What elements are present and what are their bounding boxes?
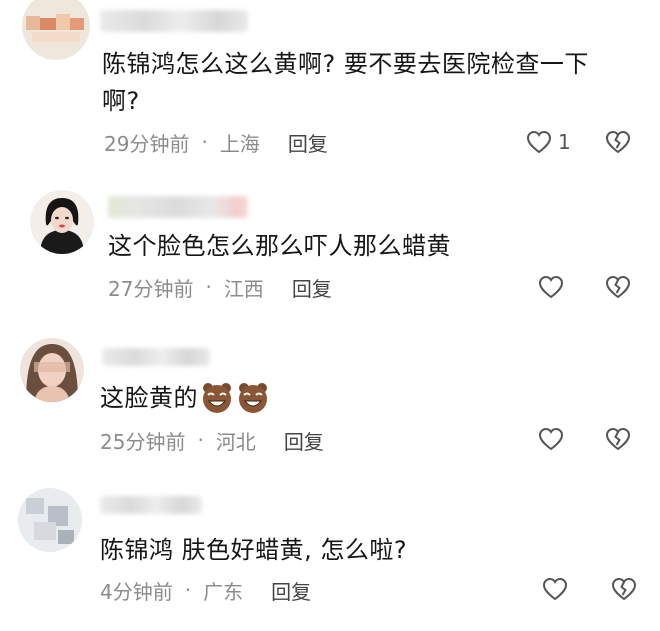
- reply-button[interactable]: 回复: [288, 128, 328, 157]
- comment-text: 陈锦鸿怎么这么黄啊? 要不要去医院检查一下啊?: [102, 50, 589, 115]
- comment-meta: 27分钟前 · 江西 回复: [108, 273, 332, 301]
- avatar[interactable]: [30, 190, 94, 254]
- comment-location: 河北: [215, 429, 256, 454]
- avatar[interactable]: [18, 488, 82, 552]
- meta-separator: ·: [184, 578, 192, 602]
- like-count: 1: [558, 130, 571, 154]
- broken-heart-icon: [611, 577, 637, 601]
- comment-time: 27分钟前: [108, 276, 194, 301]
- heart-outline-icon: [538, 275, 564, 299]
- comment-time: 4分钟前: [100, 579, 173, 604]
- comment-text: 陈锦鸿 肤色好蜡黄, 怎么啦?: [100, 536, 408, 564]
- like-button[interactable]: [538, 427, 564, 451]
- username-blurred[interactable]: [108, 196, 248, 218]
- broken-heart-icon: [605, 130, 631, 154]
- comment-text-content: 这脸黄的: [100, 384, 198, 412]
- avatar-image: [20, 338, 84, 402]
- reply-button[interactable]: 回复: [284, 426, 324, 455]
- reply-button[interactable]: 回复: [292, 273, 332, 302]
- comment-location: 广东: [203, 579, 244, 604]
- comment-meta: 25分钟前 · 河北 回复: [100, 426, 324, 454]
- laughing-face-emoji: [203, 383, 231, 413]
- comment-item: 陈锦鸿怎么这么黄啊? 要不要去医院检查一下啊? 29分钟前 · 上海 回复 1: [0, 0, 660, 170]
- comment-item: 陈锦鸿 肤色好蜡黄, 怎么啦? 4分钟前 · 广东 回复: [0, 482, 660, 631]
- heart-outline-icon: [526, 130, 552, 154]
- dislike-button[interactable]: [605, 130, 631, 154]
- broken-heart-icon: [605, 275, 631, 299]
- heart-outline-icon: [542, 577, 568, 601]
- username-blurred[interactable]: [100, 10, 248, 32]
- comment-meta: 4分钟前 · 广东 回复: [100, 576, 311, 604]
- username-blurred[interactable]: [100, 496, 202, 514]
- avatar-image: [30, 190, 94, 254]
- comment-meta: 29分钟前 · 上海 回复: [104, 128, 328, 156]
- avatar[interactable]: [22, 0, 90, 60]
- broken-heart-icon: [605, 427, 631, 451]
- comment-time: 29分钟前: [104, 131, 190, 156]
- like-button[interactable]: [538, 275, 564, 299]
- dislike-button[interactable]: [605, 275, 631, 299]
- meta-separator: ·: [205, 275, 212, 299]
- meta-separator: ·: [201, 130, 208, 154]
- comment-location: 上海: [219, 131, 260, 156]
- comment-location: 江西: [223, 276, 264, 301]
- laughing-face-emoji: [239, 383, 267, 413]
- reply-button[interactable]: 回复: [271, 576, 311, 605]
- comment-time: 25分钟前: [100, 429, 186, 454]
- username-blurred[interactable]: [102, 348, 210, 366]
- avatar-image: [22, 0, 90, 60]
- comment-item: 这脸黄的 25分钟前 · 河北 回复: [0, 330, 660, 470]
- like-button[interactable]: 1: [526, 130, 571, 154]
- avatar-image: [18, 488, 82, 552]
- dislike-button[interactable]: [611, 577, 637, 601]
- comment-text: 这脸黄的: [100, 380, 500, 417]
- heart-outline-icon: [538, 427, 564, 451]
- dislike-button[interactable]: [605, 427, 631, 451]
- comment-item: 这个脸色怎么那么吓人那么蜡黄 27分钟前 · 江西 回复: [0, 180, 660, 310]
- comment-text: 这个脸色怎么那么吓人那么蜡黄: [108, 232, 451, 260]
- avatar[interactable]: [20, 338, 84, 402]
- meta-separator: ·: [197, 428, 204, 452]
- like-button[interactable]: [542, 577, 568, 601]
